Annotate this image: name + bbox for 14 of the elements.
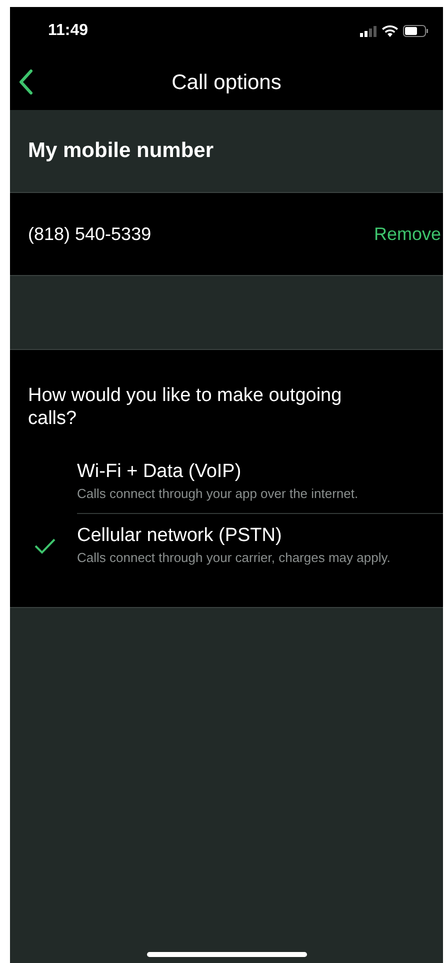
battery-icon xyxy=(403,25,429,37)
wifi-icon xyxy=(382,25,398,37)
option-title[interactable]: Wi-Fi + Data (VoIP) xyxy=(77,461,433,483)
page-title: Call options xyxy=(172,70,282,94)
status-time: 11:49 xyxy=(48,22,88,40)
signal-icon xyxy=(360,26,377,36)
phone-number: (818) 540-5339 xyxy=(28,224,152,244)
back-button[interactable] xyxy=(18,69,34,95)
option-title[interactable]: Cellular network (PSTN) xyxy=(77,525,433,547)
option-description: Calls connect through your carrier, charges may apply. xyxy=(77,550,392,566)
option-description: Calls connect through your app over the internet. xyxy=(77,486,360,502)
remove-button[interactable]: Remove xyxy=(374,224,441,244)
question-text: How would you like to make outgoing calls? xyxy=(27,384,343,430)
section-header: My mobile number xyxy=(28,139,214,163)
